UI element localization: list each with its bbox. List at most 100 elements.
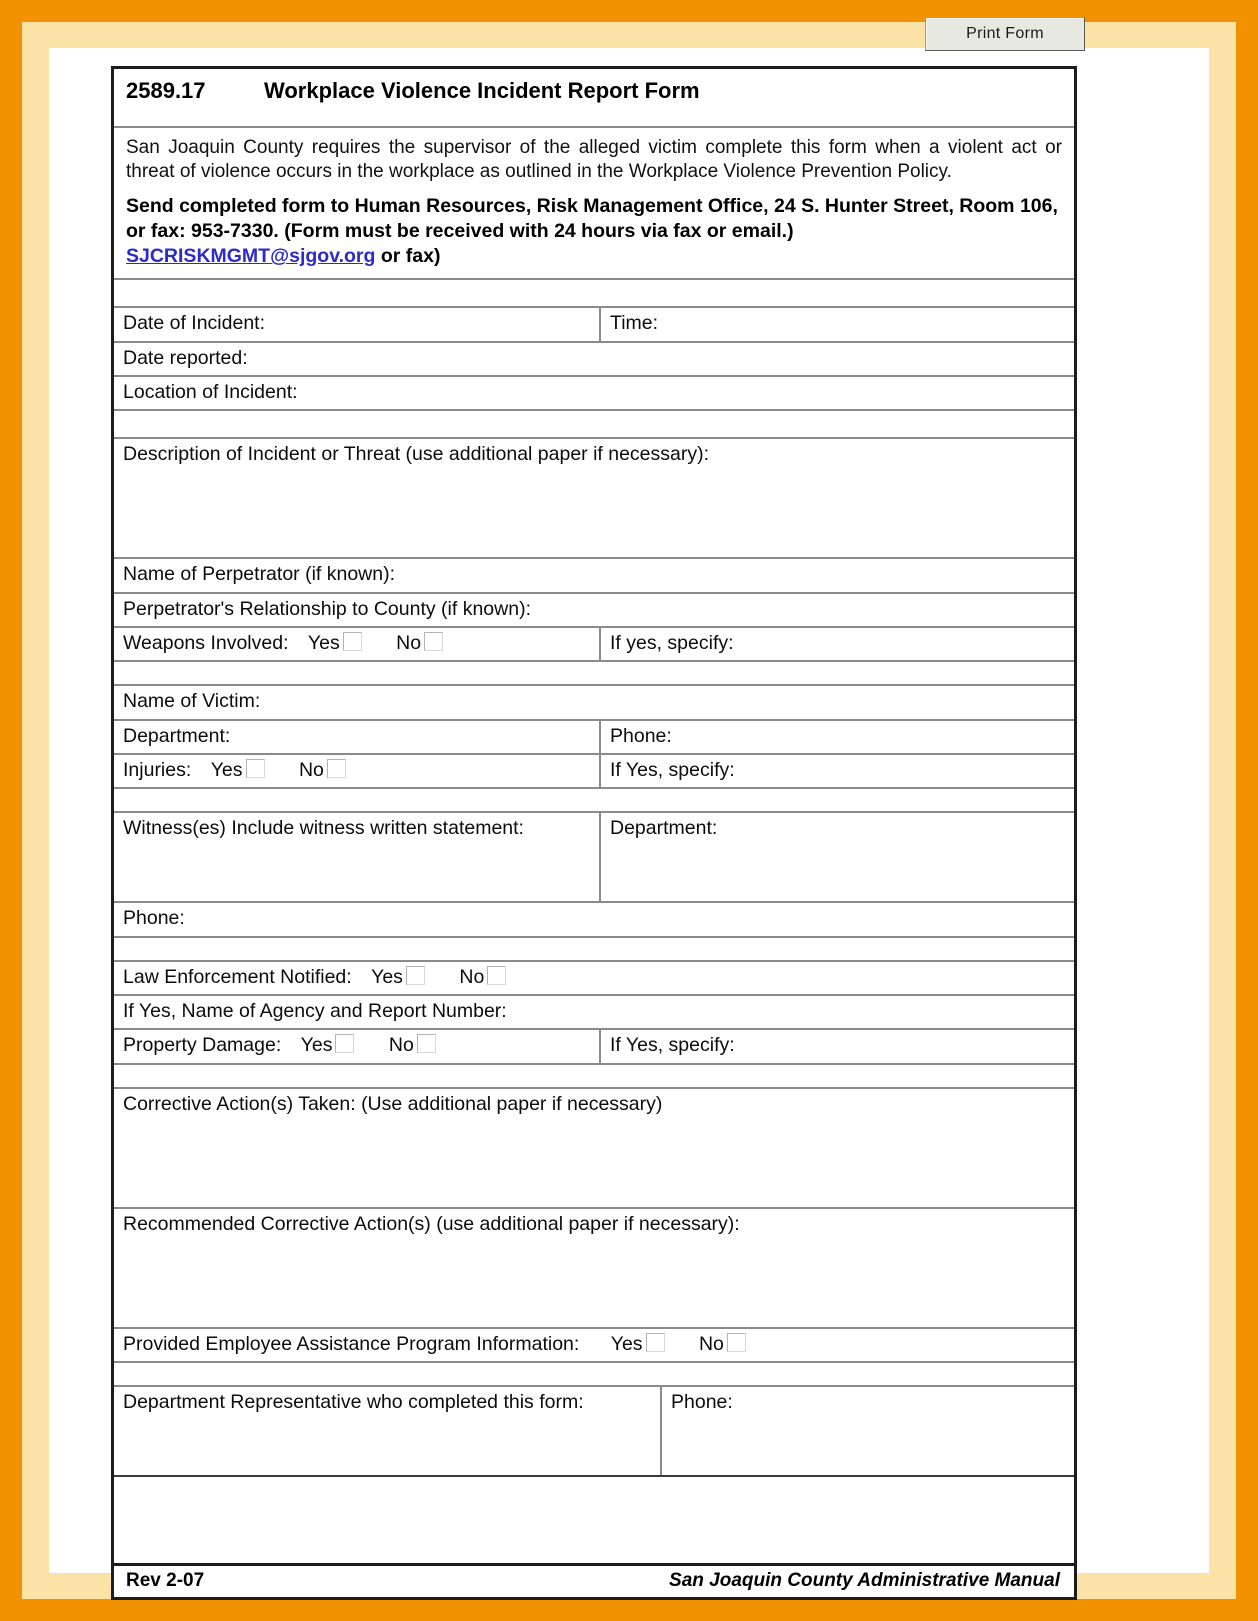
weapons-no-checkbox[interactable]: [424, 632, 444, 652]
recommended-corrective-actions-field[interactable]: Recommended Corrective Action(s) (use ad…: [114, 1209, 1074, 1327]
injuries-yes-label: Yes: [210, 759, 243, 782]
property-damage-no-checkbox[interactable]: [416, 1034, 436, 1054]
manual-label: San Joaquin County Administrative Manual: [669, 1570, 1060, 1592]
location-of-incident-label: Location of Incident:: [123, 381, 298, 403]
victim-phone-label: Phone:: [610, 724, 672, 747]
spacer-band: [114, 662, 1074, 687]
name-of-victim-field[interactable]: Name of Victim:: [114, 686, 1074, 718]
date-of-incident-field[interactable]: Date of Incident:: [114, 308, 601, 341]
injuries-no-checkbox[interactable]: [326, 759, 346, 779]
property-damage-yes-checkbox[interactable]: [335, 1034, 355, 1054]
spacer-band: [114, 280, 1074, 309]
print-form-button[interactable]: Print Form: [925, 17, 1085, 51]
date-of-incident-label: Date of Incident:: [123, 312, 266, 335]
agency-report-row[interactable]: If Yes, Name of Agency and Report Number…: [114, 996, 1074, 1031]
email-line: SJCRISKMGMT@sjgov.org or fax): [126, 245, 1062, 268]
law-enforcement-label: Law Enforcement Notified:: [123, 965, 352, 988]
spacer-band: [114, 1363, 1074, 1388]
recommended-corrective-actions-row[interactable]: Recommended Corrective Action(s) (use ad…: [114, 1209, 1074, 1329]
law-enforcement-row: Law Enforcement Notified: Yes No: [114, 962, 1074, 997]
weapons-involved-row: Weapons Involved: Yes No If yes, specify…: [114, 628, 1074, 663]
witness-department-field[interactable]: Department:: [601, 813, 1074, 901]
injuries-row: Injuries: Yes No If Yes, specify:: [114, 755, 1074, 790]
email-suffix: or fax): [375, 245, 441, 268]
witness-phone-label: Phone:: [123, 907, 185, 930]
description-row[interactable]: Description of Incident or Threat (use a…: [114, 439, 1074, 560]
eap-field: Provided Employee Assistance Program Inf…: [114, 1329, 1074, 1361]
perpetrator-name-row[interactable]: Name of Perpetrator (if known):: [114, 559, 1074, 594]
form-title-row: 2589.17 Workplace Violence Incident Repo…: [114, 69, 1074, 128]
law-enforcement-no-checkbox[interactable]: [487, 965, 507, 985]
form-footer: Rev 2-07 San Joaquin County Administrati…: [114, 1563, 1074, 1597]
weapons-yes-checkbox[interactable]: [342, 632, 362, 652]
property-damage-no-label: No: [388, 1034, 414, 1057]
dept-representative-phone-field[interactable]: Phone:: [662, 1387, 1074, 1475]
description-label: Description of Incident or Threat (use a…: [123, 443, 710, 466]
injuries-label: Injuries:: [123, 759, 192, 782]
property-damage-specify-field[interactable]: If Yes, specify:: [601, 1030, 1074, 1062]
witness-department-label: Department:: [610, 817, 718, 840]
law-enforcement-no-label: No: [459, 965, 485, 988]
revision-label: Rev 2-07: [126, 1570, 205, 1592]
victim-phone-field[interactable]: Phone:: [601, 721, 1074, 753]
location-of-incident-field[interactable]: Location of Incident:: [114, 377, 1074, 409]
corrective-actions-taken-field[interactable]: Corrective Action(s) Taken: (Use additio…: [114, 1089, 1074, 1207]
policy-paragraph: San Joaquin County requires the supervis…: [126, 137, 1062, 183]
eap-no-checkbox[interactable]: [726, 1332, 746, 1352]
weapons-specify-label: If yes, specify:: [610, 632, 734, 655]
victim-name-row[interactable]: Name of Victim:: [114, 686, 1074, 721]
property-damage-label: Property Damage:: [123, 1034, 282, 1057]
recommended-corrective-actions-label: Recommended Corrective Action(s) (use ad…: [123, 1212, 740, 1235]
eap-row: Provided Employee Assistance Program Inf…: [114, 1329, 1074, 1364]
law-enforcement-yes-checkbox[interactable]: [405, 965, 425, 985]
weapons-involved-label: Weapons Involved:: [123, 632, 289, 655]
injuries-field: Injuries: Yes No: [114, 755, 601, 788]
law-enforcement-field: Law Enforcement Notified: Yes No: [114, 962, 1074, 994]
name-of-perpetrator-field[interactable]: Name of Perpetrator (if known):: [114, 559, 1074, 591]
page-title: Workplace Violence Incident Report Form: [264, 78, 700, 103]
name-of-perpetrator-label: Name of Perpetrator (if known):: [123, 563, 396, 586]
witness-phone-row[interactable]: Phone:: [114, 903, 1074, 938]
name-of-victim-label: Name of Victim:: [123, 690, 261, 713]
eap-no-label: No: [698, 1332, 724, 1355]
date-reported-field[interactable]: Date reported:: [114, 343, 1074, 375]
agency-report-label: If Yes, Name of Agency and Report Number…: [123, 1000, 507, 1023]
perpetrator-relationship-field[interactable]: Perpetrator's Relationship to County (if…: [114, 594, 1074, 626]
corrective-actions-taken-row[interactable]: Corrective Action(s) Taken: (Use additio…: [114, 1089, 1074, 1209]
agency-report-field[interactable]: If Yes, Name of Agency and Report Number…: [114, 996, 1074, 1028]
injuries-specify-field[interactable]: If Yes, specify:: [601, 755, 1074, 787]
witness-field[interactable]: Witness(es) Include witness written stat…: [114, 813, 601, 902]
victim-department-field[interactable]: Department:: [114, 720, 601, 754]
spacer-band: [114, 1065, 1074, 1089]
property-damage-yes-label: Yes: [300, 1034, 333, 1057]
witness-label: Witness(es) Include witness written stat…: [123, 817, 524, 840]
witness-phone-field[interactable]: Phone:: [114, 903, 1074, 935]
email-link[interactable]: SJCRISKMGMT@sjgov.org: [126, 245, 375, 267]
date-reported-label: Date reported:: [123, 346, 248, 369]
time-label: Time:: [610, 312, 659, 335]
victim-department-row: Department: Phone:: [114, 720, 1074, 756]
perpetrator-relationship-label: Perpetrator's Relationship to County (if…: [123, 597, 531, 620]
dept-representative-row: Department Representative who completed …: [114, 1387, 1074, 1478]
witness-row: Witness(es) Include witness written stat…: [114, 813, 1074, 904]
date-reported-row[interactable]: Date reported:: [114, 343, 1074, 377]
description-field[interactable]: Description of Incident or Threat (use a…: [114, 439, 1074, 557]
weapons-specify-field[interactable]: If yes, specify:: [601, 628, 1074, 660]
injuries-specify-label: If Yes, specify:: [610, 759, 735, 782]
bottom-blank-area: [114, 1477, 1074, 1563]
spacer-band: [114, 411, 1074, 440]
eap-yes-checkbox[interactable]: [645, 1332, 665, 1352]
incident-report-form: 2589.17 Workplace Violence Incident Repo…: [111, 66, 1077, 1601]
property-damage-field: Property Damage: Yes No: [114, 1030, 601, 1063]
weapons-involved-field: Weapons Involved: Yes No: [114, 628, 601, 661]
time-field[interactable]: Time:: [601, 308, 1074, 340]
corrective-actions-taken-label: Corrective Action(s) Taken: (Use additio…: [123, 1092, 663, 1115]
perpetrator-relationship-row[interactable]: Perpetrator's Relationship to County (if…: [114, 594, 1074, 629]
injuries-yes-checkbox[interactable]: [245, 759, 265, 779]
dept-representative-field[interactable]: Department Representative who completed …: [114, 1387, 662, 1476]
date-time-row: Date of Incident: Time:: [114, 308, 1074, 343]
form-number: 2589.17: [126, 78, 206, 103]
location-row[interactable]: Location of Incident:: [114, 377, 1074, 412]
spacer-band: [114, 789, 1074, 814]
weapons-no-label: No: [396, 632, 422, 655]
